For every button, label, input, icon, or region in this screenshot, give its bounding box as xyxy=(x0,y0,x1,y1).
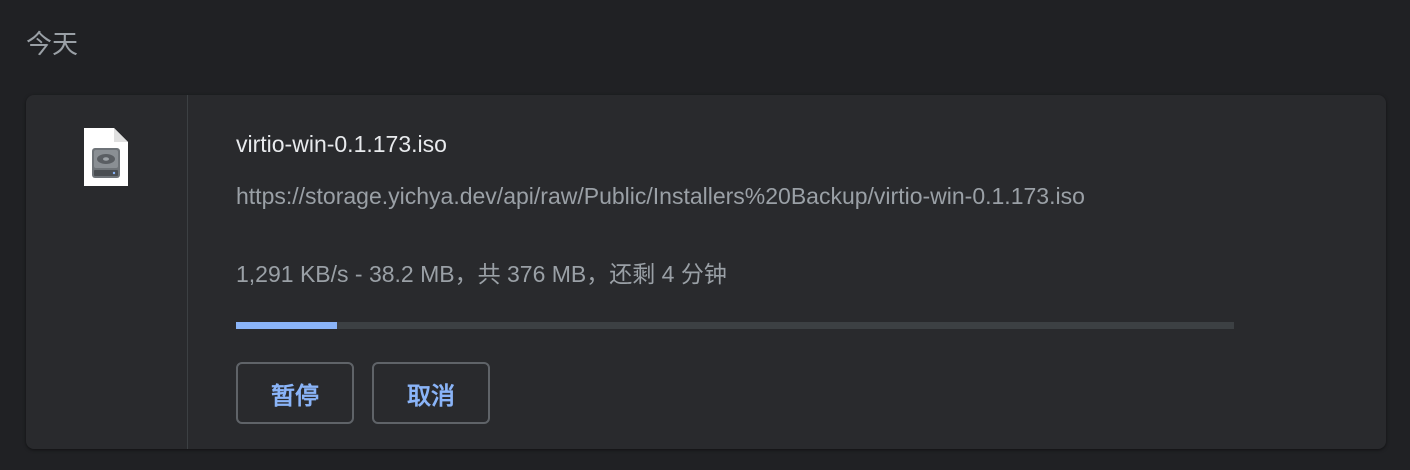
download-progress-bar xyxy=(236,322,1234,329)
source-url-link[interactable]: https://storage.yichya.dev/api/raw/Publi… xyxy=(236,183,1226,210)
cancel-button[interactable]: 取消 xyxy=(372,362,490,424)
file-name-link[interactable]: virtio-win-0.1.173.iso xyxy=(236,131,447,158)
pause-button[interactable]: 暂停 xyxy=(236,362,354,424)
download-item-card: virtio-win-0.1.173.iso https://storage.y… xyxy=(26,95,1386,449)
download-progress-fill xyxy=(236,322,338,329)
disk-image-file-icon xyxy=(84,128,128,186)
file-icon-column xyxy=(26,95,188,449)
date-section-header: 今天 xyxy=(26,30,79,60)
download-status-text: 1,291 KB/s - 38.2 MB，共 376 MB，还剩 4 分钟 xyxy=(236,261,727,287)
